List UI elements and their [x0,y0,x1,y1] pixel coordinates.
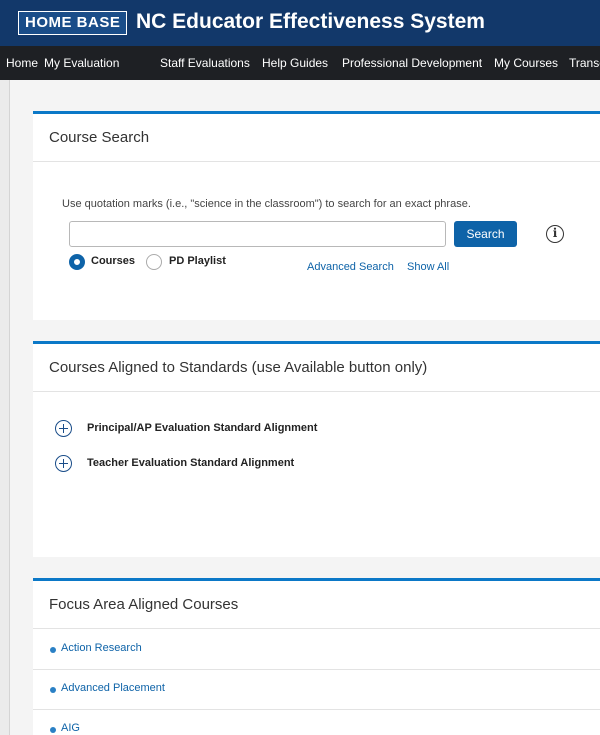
show-all-link[interactable]: Show All [407,261,449,273]
courses-radio-label[interactable]: Courses [91,255,135,267]
focus-area-item[interactable]: Action Research [33,630,600,670]
bullet-icon [50,687,56,693]
bullet-icon [50,727,56,733]
home-base-logo[interactable]: HOME BASE [18,11,128,35]
nav-professional-development[interactable]: Professional Development [342,46,482,80]
focus-area-link[interactable]: AIG [61,722,80,734]
focus-area-item[interactable]: Advanced Placement [33,670,600,710]
standards-title: Courses Aligned to Standards (use Availa… [33,344,600,392]
plus-circle-icon[interactable] [55,455,72,472]
course-search-title: Course Search [33,114,600,162]
standard-label: Principal/AP Evaluation Standard Alignme… [87,422,318,434]
focus-area-title: Focus Area Aligned Courses [33,581,600,629]
focus-area-link[interactable]: Action Research [61,642,142,654]
main-nav: Home My Evaluation Staff Evaluations Hel… [0,46,600,80]
info-icon[interactable]: i [546,225,564,243]
pd-playlist-radio-label[interactable]: PD Playlist [169,255,226,267]
nav-staff-evaluations[interactable]: Staff Evaluations [160,46,250,80]
pd-playlist-radio[interactable] [146,254,162,270]
nav-help-guides[interactable]: Help Guides [262,46,328,80]
nav-my-evaluation[interactable]: My Evaluation [44,46,119,80]
focus-area-panel: Focus Area Aligned Courses Action Resear… [33,578,600,735]
search-hint: Use quotation marks (i.e., "science in t… [62,198,471,210]
focus-area-item[interactable]: AIG [33,710,600,735]
nav-home[interactable]: Home [6,46,38,80]
advanced-search-link[interactable]: Advanced Search [307,261,394,273]
course-search-input[interactable] [69,221,446,247]
bullet-icon [50,647,56,653]
standards-panel: Courses Aligned to Standards (use Availa… [33,341,600,557]
app-header: HOME BASE NC Educator Effectiveness Syst… [0,0,600,46]
nav-transcript[interactable]: Transcript [569,46,600,80]
nav-my-courses[interactable]: My Courses [494,46,558,80]
standard-label: Teacher Evaluation Standard Alignment [87,457,295,469]
app-title: NC Educator Effectiveness System [136,10,485,33]
search-button[interactable]: Search [454,221,517,247]
plus-circle-icon[interactable] [55,420,72,437]
course-search-panel: Course Search Use quotation marks (i.e.,… [33,111,600,320]
focus-area-link[interactable]: Advanced Placement [61,682,165,694]
left-gutter [0,80,10,735]
courses-radio[interactable] [69,254,85,270]
